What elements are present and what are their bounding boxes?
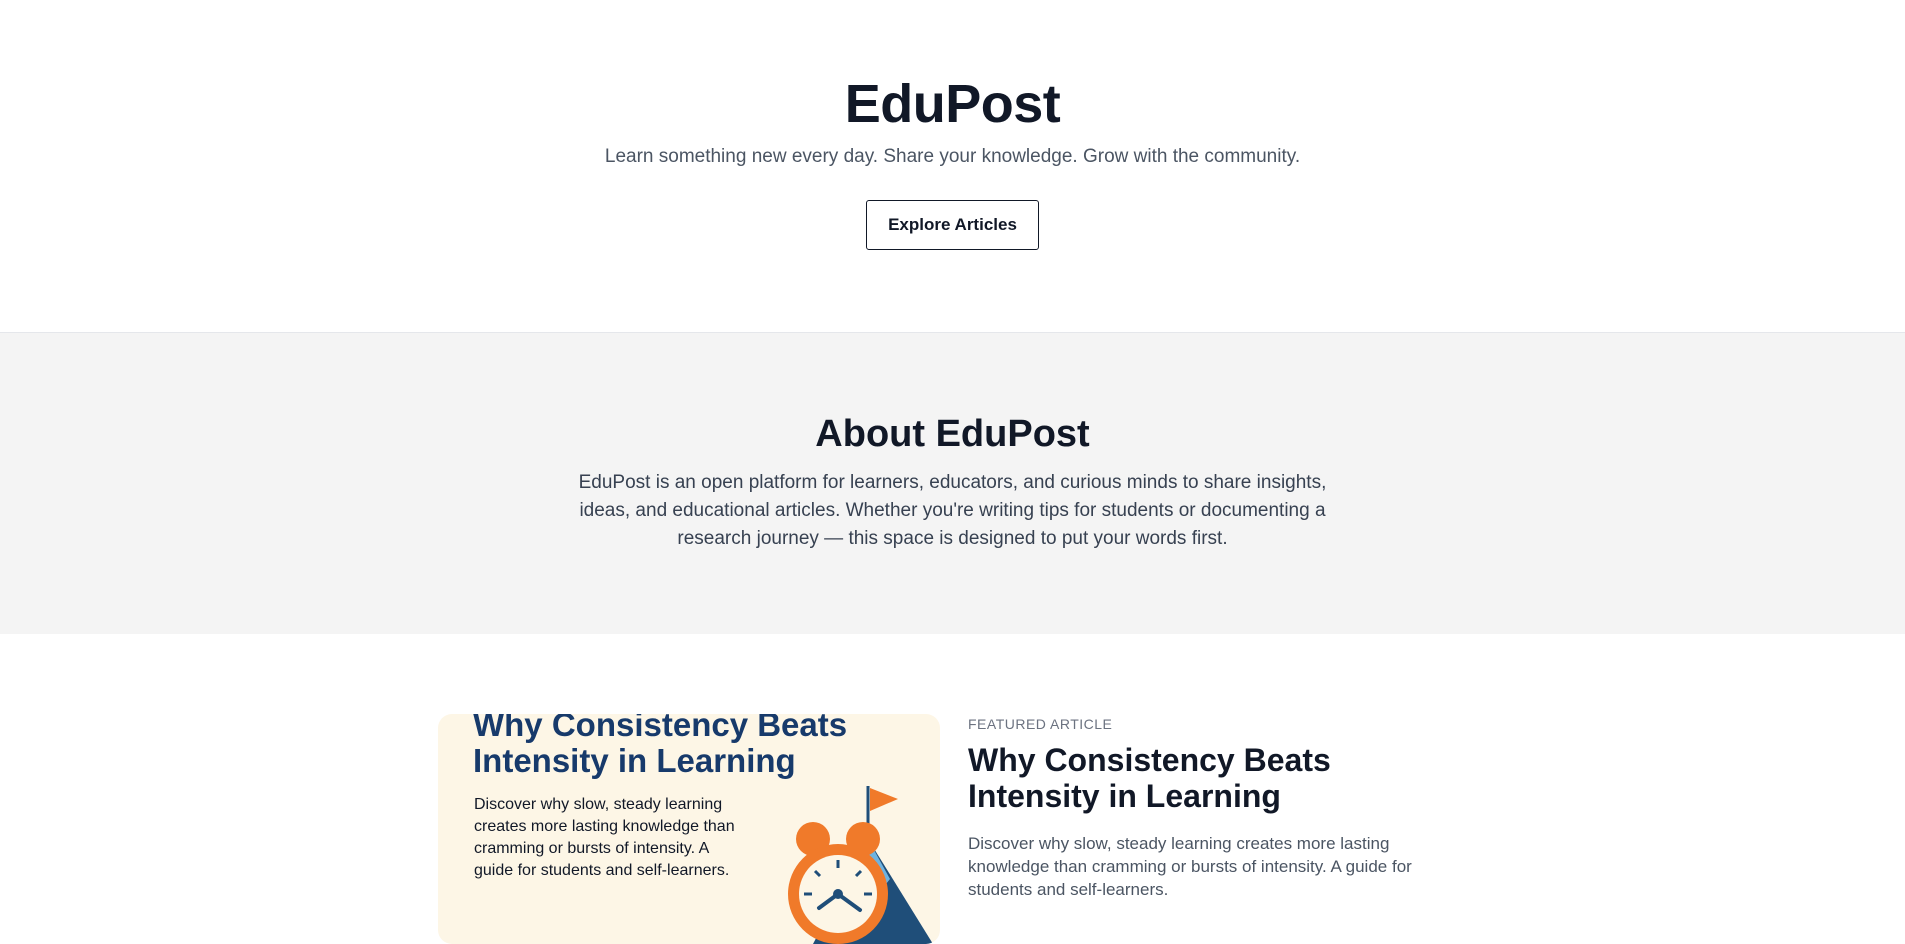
alarm-clock-icon — [788, 822, 888, 944]
illustration — [788, 786, 933, 944]
featured-article-text: Featured Article Why Consistency Beats I… — [968, 714, 1438, 901]
hero-section: EduPost Learn something new every day. S… — [0, 0, 1905, 333]
about-section: About EduPost EduPost is an open platfor… — [0, 333, 1905, 634]
about-title: About EduPost — [815, 413, 1090, 455]
site-title: EduPost — [844, 74, 1061, 134]
featured-article-title[interactable]: Why Consistency Beats Intensity in Learn… — [968, 742, 1438, 814]
about-description: EduPost is an open platform for learners… — [578, 472, 1327, 549]
featured-article-image[interactable]: Why Consistency Beats Intensity in Learn… — [438, 714, 940, 944]
featured-article-summary: Discover why slow, steady learning creat… — [968, 834, 1412, 899]
site-tagline: Learn something new every day. Share you… — [604, 146, 1301, 167]
featured-article-section: Why Consistency Beats Intensity in Learn… — [0, 634, 1905, 944]
featured-label: Featured Article — [968, 716, 1113, 732]
image-description: Discover why slow, steady learning creat… — [474, 796, 735, 879]
explore-articles-button[interactable]: Explore Articles — [866, 200, 1039, 250]
image-title: Why Consistency Beats Intensity in Learn… — [473, 714, 848, 779]
